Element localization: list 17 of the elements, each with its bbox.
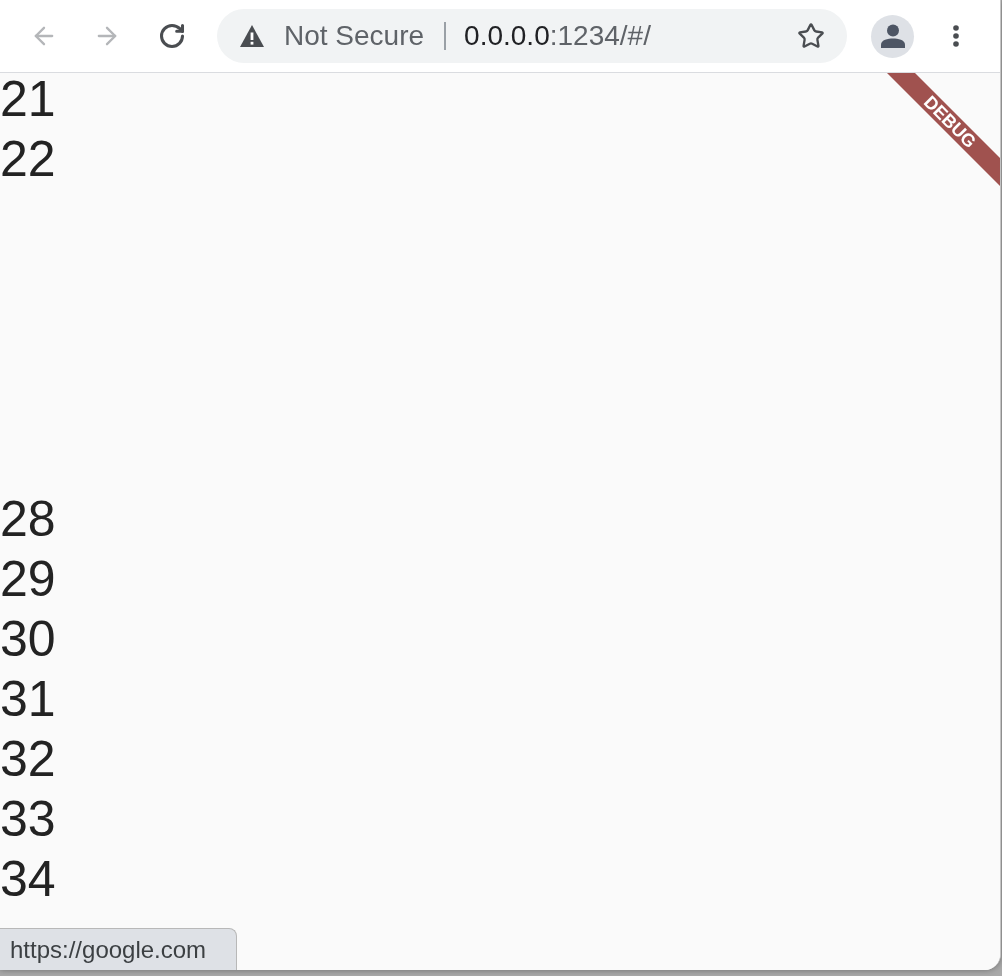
- number-text: 29: [0, 550, 56, 609]
- warning-icon: [240, 25, 264, 47]
- url-field[interactable]: 0.0.0.0:1234/#/: [464, 20, 651, 52]
- profile-button[interactable]: [871, 14, 914, 58]
- number-text: 22: [0, 130, 56, 189]
- number-text: 31: [0, 670, 56, 729]
- security-chip[interactable]: Not Secure: [240, 20, 425, 52]
- person-icon: [880, 24, 905, 48]
- number-text: 32: [0, 730, 56, 789]
- vertical-dots-icon: [953, 25, 959, 47]
- number-text: 28: [0, 490, 56, 549]
- reload-icon: [158, 22, 186, 50]
- number-text: 21: [0, 73, 56, 129]
- number-text: 33: [0, 790, 56, 849]
- number-text: 34: [0, 850, 56, 909]
- status-bubble: https://google.com: [0, 928, 237, 970]
- number-text: 30: [0, 610, 56, 669]
